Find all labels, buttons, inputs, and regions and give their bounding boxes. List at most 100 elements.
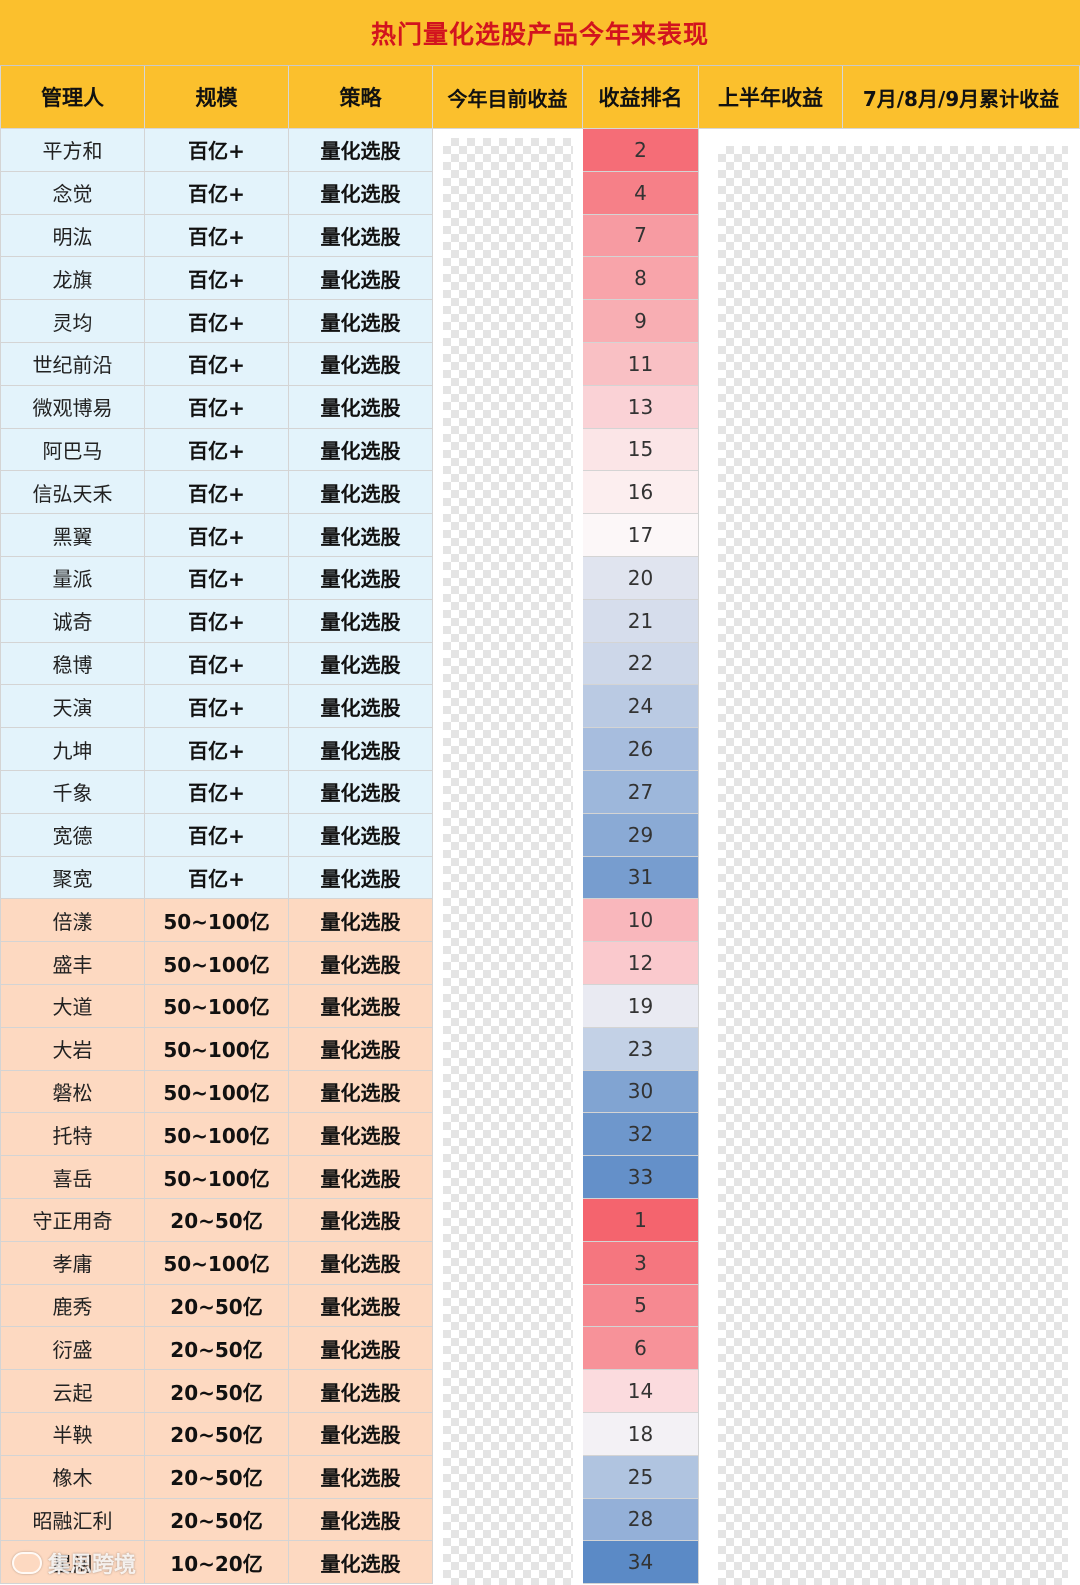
strategy-cell: 量化选股 bbox=[289, 856, 433, 900]
rank-cell: 14 bbox=[583, 1370, 699, 1413]
rank-cell: 26 bbox=[583, 728, 699, 771]
strategy-cell: 量化选股 bbox=[289, 171, 433, 215]
manager-cell: 宽德 bbox=[0, 813, 145, 857]
strategy-cell: 量化选股 bbox=[289, 599, 433, 643]
scale-cell: 50~100亿 bbox=[145, 1113, 289, 1157]
manager-cell: 磐松 bbox=[0, 1070, 145, 1114]
scale-cell: 50~100亿 bbox=[145, 1241, 289, 1285]
strategy-cell: 量化选股 bbox=[289, 428, 433, 472]
header-q3-cumulative-return: 7月/8月/9月累计收益 bbox=[843, 66, 1080, 129]
manager-cell: 诚奇 bbox=[0, 599, 145, 643]
scale-cell: 百亿+ bbox=[145, 685, 289, 729]
rank-cell: 17 bbox=[583, 514, 699, 557]
scale-cell: 百亿+ bbox=[145, 770, 289, 814]
rank-cell: 9 bbox=[583, 300, 699, 343]
strategy-cell: 量化选股 bbox=[289, 1070, 433, 1114]
scale-cell: 百亿+ bbox=[145, 556, 289, 600]
scale-cell: 20~50亿 bbox=[145, 1498, 289, 1542]
manager-cell: 天演 bbox=[0, 685, 145, 729]
manager-cell: 明汯 bbox=[0, 214, 145, 258]
watermark-text: 集思跨境 bbox=[48, 1553, 137, 1578]
manager-cell: 守正用奇 bbox=[0, 1198, 145, 1242]
strategy-cell: 量化选股 bbox=[289, 300, 433, 343]
rank-cell: 6 bbox=[583, 1327, 699, 1371]
scale-cell: 50~100亿 bbox=[145, 942, 289, 985]
scale-cell: 百亿+ bbox=[145, 514, 289, 557]
header-strategy: 策略 bbox=[289, 66, 433, 129]
strategy-cell: 量化选股 bbox=[289, 514, 433, 557]
redacted-returns-area bbox=[718, 146, 1068, 1585]
watermark-logo-icon bbox=[12, 1552, 42, 1574]
rank-cell: 25 bbox=[583, 1455, 699, 1499]
manager-cell: 信弘天禾 bbox=[0, 471, 145, 515]
rank-cell: 33 bbox=[583, 1156, 699, 1199]
strategy-cell: 量化选股 bbox=[289, 899, 433, 943]
rank-cell: 27 bbox=[583, 770, 699, 814]
table-title: 热门量化选股产品今年来表现 bbox=[0, 0, 1080, 66]
manager-cell: 云起 bbox=[0, 1370, 145, 1413]
table-header: 管理人 规模 策略 今年目前收益 收益排名 上半年收益 7月/8月/9月累计收益 bbox=[0, 66, 1080, 129]
scale-cell: 50~100亿 bbox=[145, 1027, 289, 1071]
scale-cell: 百亿+ bbox=[145, 599, 289, 643]
manager-cell: 龙旗 bbox=[0, 257, 145, 301]
rank-cell: 12 bbox=[583, 942, 699, 985]
strategy-cell: 量化选股 bbox=[289, 342, 433, 386]
rank-cell: 3 bbox=[583, 1241, 699, 1285]
scale-cell: 百亿+ bbox=[145, 342, 289, 386]
redacted-ytd-return-area bbox=[443, 138, 573, 1585]
rank-cell: 5 bbox=[583, 1284, 699, 1328]
scale-cell: 百亿+ bbox=[145, 642, 289, 686]
rank-cell: 7 bbox=[583, 214, 699, 258]
manager-cell: 盛丰 bbox=[0, 942, 145, 985]
manager-cell: 孝庸 bbox=[0, 1241, 145, 1285]
manager-cell: 聚宽 bbox=[0, 856, 145, 900]
scale-cell: 20~50亿 bbox=[145, 1455, 289, 1499]
scale-cell: 百亿+ bbox=[145, 385, 289, 429]
strategy-cell: 量化选股 bbox=[289, 214, 433, 258]
manager-cell: 昭融汇利 bbox=[0, 1498, 145, 1542]
strategy-cell: 量化选股 bbox=[289, 642, 433, 686]
manager-cell: 念觉 bbox=[0, 171, 145, 215]
rank-cell: 8 bbox=[583, 257, 699, 301]
strategy-cell: 量化选股 bbox=[289, 1198, 433, 1242]
strategy-cell: 量化选股 bbox=[289, 1327, 433, 1371]
scale-cell: 百亿+ bbox=[145, 171, 289, 215]
manager-cell: 衍盛 bbox=[0, 1327, 145, 1371]
scale-cell: 50~100亿 bbox=[145, 984, 289, 1028]
scale-cell: 百亿+ bbox=[145, 428, 289, 472]
manager-cell: 喜岳 bbox=[0, 1156, 145, 1199]
manager-cell: 半鞅 bbox=[0, 1412, 145, 1456]
rank-cell: 1 bbox=[583, 1198, 699, 1242]
manager-cell: 微观博易 bbox=[0, 385, 145, 429]
scale-cell: 50~100亿 bbox=[145, 899, 289, 943]
manager-cell: 黑翼 bbox=[0, 514, 145, 557]
scale-cell: 百亿+ bbox=[145, 856, 289, 900]
rank-cell: 20 bbox=[583, 556, 699, 600]
scale-cell: 百亿+ bbox=[145, 129, 289, 172]
strategy-cell: 量化选股 bbox=[289, 556, 433, 600]
scale-cell: 百亿+ bbox=[145, 214, 289, 258]
rank-cell: 30 bbox=[583, 1070, 699, 1114]
scale-cell: 50~100亿 bbox=[145, 1156, 289, 1199]
strategy-cell: 量化选股 bbox=[289, 770, 433, 814]
scale-cell: 20~50亿 bbox=[145, 1198, 289, 1242]
rank-cell: 4 bbox=[583, 171, 699, 215]
strategy-cell: 量化选股 bbox=[289, 728, 433, 771]
rank-cell: 15 bbox=[583, 428, 699, 472]
header-ytd-return: 今年目前收益 bbox=[433, 66, 583, 129]
scale-cell: 20~50亿 bbox=[145, 1370, 289, 1413]
manager-cell: 橡木 bbox=[0, 1455, 145, 1499]
rank-cell: 2 bbox=[583, 129, 699, 172]
strategy-cell: 量化选股 bbox=[289, 1412, 433, 1456]
rank-cell: 13 bbox=[583, 385, 699, 429]
header-return-rank: 收益排名 bbox=[583, 66, 699, 129]
header-scale: 规模 bbox=[145, 66, 289, 129]
rank-cell: 29 bbox=[583, 813, 699, 857]
manager-cell: 鹿秀 bbox=[0, 1284, 145, 1328]
manager-cell: 大岩 bbox=[0, 1027, 145, 1071]
rank-cell: 11 bbox=[583, 342, 699, 386]
strategy-cell: 量化选股 bbox=[289, 385, 433, 429]
strategy-cell: 量化选股 bbox=[289, 129, 433, 172]
strategy-cell: 量化选股 bbox=[289, 1113, 433, 1157]
manager-cell: 稳博 bbox=[0, 642, 145, 686]
